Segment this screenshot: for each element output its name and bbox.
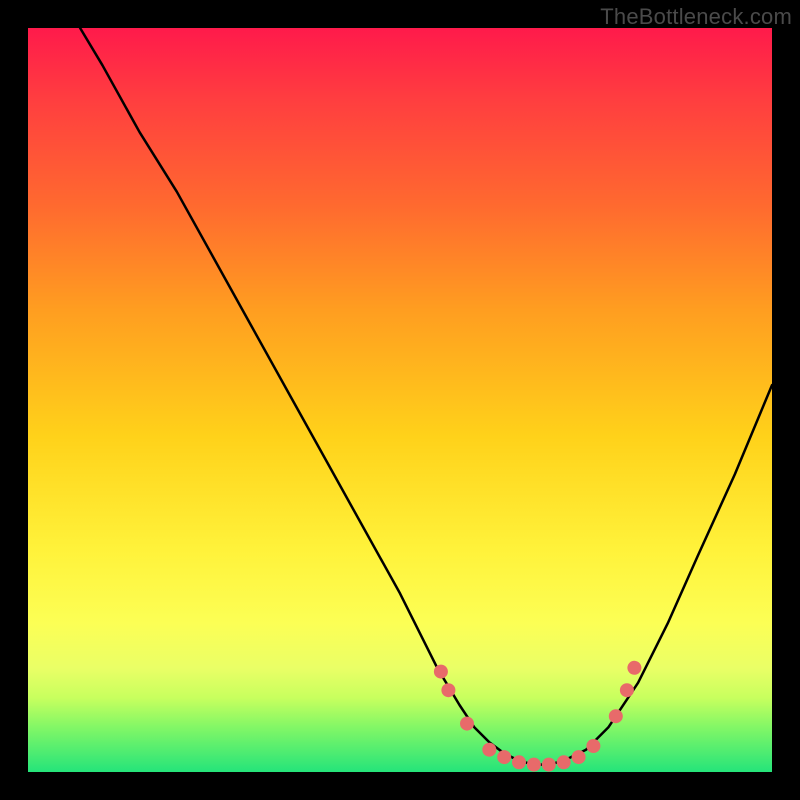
curve-marker-dot [609,709,623,723]
curve-marker-dot [512,755,526,769]
curve-markers [434,661,642,772]
watermark-text: TheBottleneck.com [600,4,792,30]
chart-area [28,28,772,772]
curve-marker-dot [527,758,541,772]
curve-marker-dot [572,750,586,764]
chart-svg [28,28,772,772]
curve-marker-dot [586,739,600,753]
curve-marker-dot [497,750,511,764]
curve-marker-dot [482,743,496,757]
curve-marker-dot [542,758,556,772]
curve-marker-dot [460,717,474,731]
curve-marker-dot [557,755,571,769]
curve-marker-dot [441,683,455,697]
curve-marker-dot [627,661,641,675]
app-frame: TheBottleneck.com [0,0,800,800]
curve-marker-dot [434,665,448,679]
bottleneck-curve [80,28,772,765]
curve-marker-dot [620,683,634,697]
